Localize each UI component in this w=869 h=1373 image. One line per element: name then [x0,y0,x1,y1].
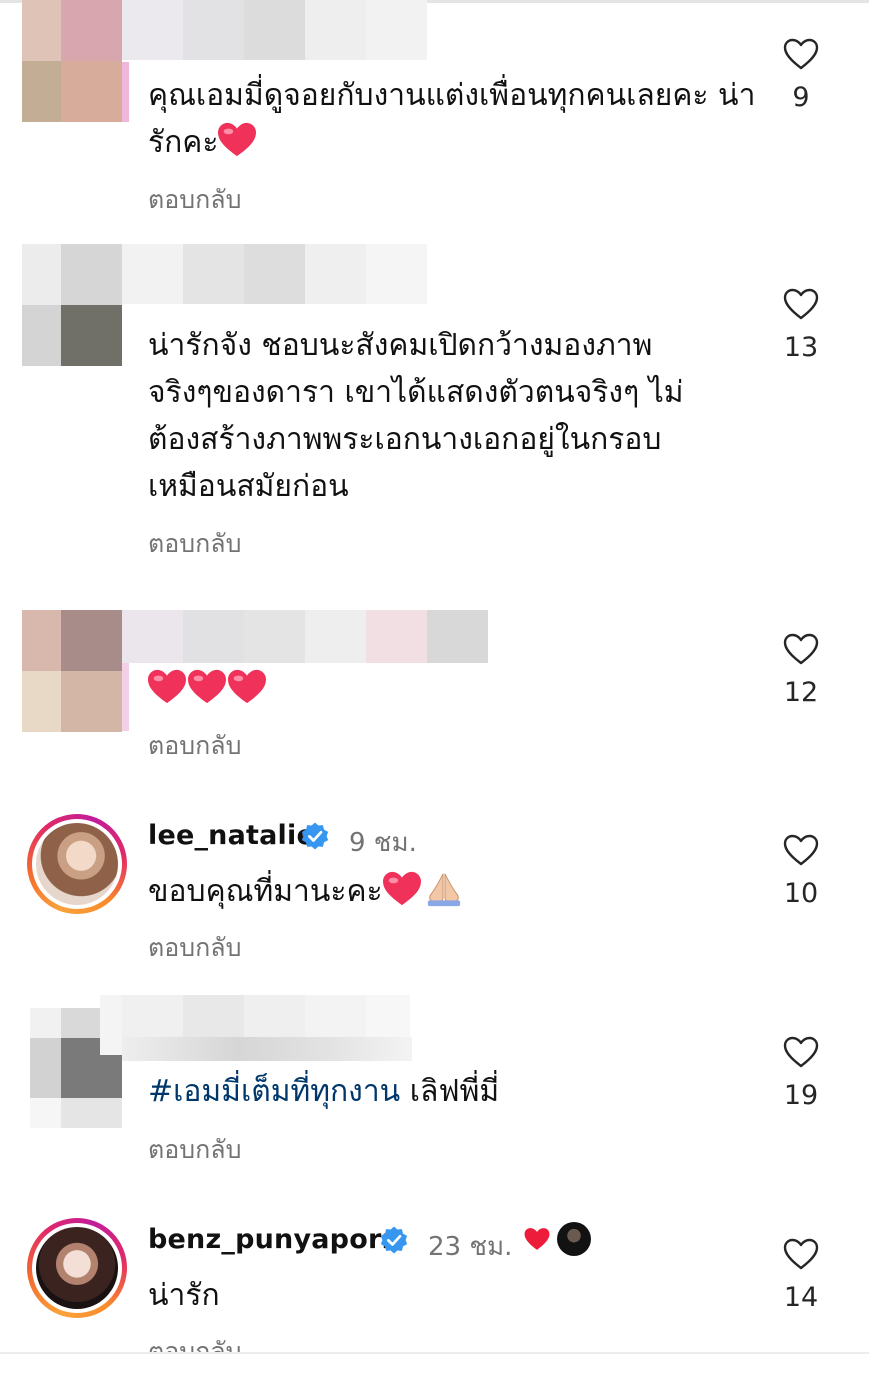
creator-avatar [557,1222,591,1256]
like-heart-icon[interactable] [783,834,819,866]
bottom-divider [0,1352,869,1354]
like-heart-icon[interactable] [783,288,819,320]
avatar-photo [36,1227,118,1309]
hashtag-link[interactable]: #เอมมี่เต็มที่ทุกงาน [148,1074,400,1109]
blurred-username[interactable] [122,244,427,304]
comment-text: #เอมมี่เต็มที่ทุกงาน เลิฟพี่มี่ [148,1074,500,1109]
like-count: 9 [792,82,810,113]
blurred-username[interactable] [122,0,427,60]
reply-button[interactable]: ตอบกลับ [148,524,241,564]
blurred-username[interactable] [122,610,488,663]
reply-button[interactable]: ตอบกลับ [148,726,241,766]
comment-text: น่ารัก [148,1278,220,1313]
red-heart-emoji [382,871,421,906]
reply-button[interactable]: ตอบกลับ [148,180,241,220]
like-heart-icon[interactable] [783,1036,819,1068]
like-count: 19 [783,1080,819,1111]
like-count: 12 [783,677,819,708]
verified-badge-icon [301,822,329,850]
reply-button[interactable]: ตอบกลับ [148,928,241,968]
like-count: 13 [783,332,819,363]
like-heart-icon[interactable] [783,1238,819,1270]
verified-badge-icon [380,1226,408,1254]
username[interactable]: benz_punyaporn [148,1224,401,1255]
avatar-with-story-ring[interactable] [27,1218,127,1318]
comment-text: น่ารักจัง ชอบนะสังคมเปิดกว้างมองภาพ จริง… [148,328,684,504]
red-heart-emoji [148,669,186,704]
creator-liked-heart-icon [524,1228,550,1250]
reply-button[interactable]: ตอบกลับ [148,1130,241,1170]
red-heart-emoji [228,669,266,704]
avatar-with-story-ring[interactable] [27,814,127,914]
like-heart-icon[interactable] [783,38,819,70]
blurred-avatar[interactable] [22,244,122,366]
comment-time: 23 ชม. [428,1232,513,1262]
like-heart-icon[interactable] [783,633,819,665]
red-heart-emoji [188,669,226,704]
comment-text: คุณเอมมี่ดูจอยกับงานแต่งเพื่อนทุกคนเลยคะ… [148,78,756,160]
blurred-avatar[interactable] [22,610,122,732]
blurred-avatar[interactable] [22,0,122,122]
avatar-photo [36,823,118,905]
like-count: 14 [783,1282,819,1313]
blurred-username [122,1037,412,1061]
comment-text [148,666,748,713]
like-count: 10 [783,878,819,909]
comment-time: 9 ชม. [349,828,417,858]
reply-button[interactable]: ตอบกลับ [148,1332,241,1352]
red-heart-emoji [218,122,257,157]
comment-text: ขอบคุณที่มานะคะ [148,868,748,915]
username[interactable]: lee_natalie [148,820,315,851]
folded-hands-emoji [427,873,460,907]
